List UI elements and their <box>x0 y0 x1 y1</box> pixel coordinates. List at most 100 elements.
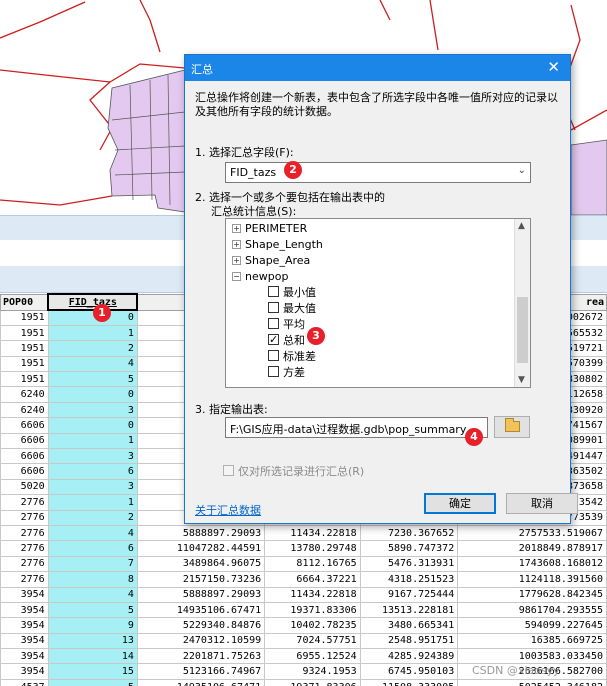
expand-icon[interactable]: + <box>232 256 241 265</box>
table-row[interactable]: 2776 4 5888897.29093 11434.22818 7230.367652… <box>0 524 607 542</box>
statistic-option[interactable]: 最小值 <box>268 285 316 301</box>
table-cell[interactable]: 1951 <box>0 371 49 388</box>
table-cell[interactable]: 6745.950103 <box>359 663 459 680</box>
tree-node[interactable]: + Shape_Area <box>232 253 310 269</box>
ok-button[interactable]: 确定 <box>424 493 496 514</box>
table-cell[interactable]: 1743608.168012 <box>457 555 607 573</box>
table-cell[interactable]: 6606 <box>0 417 49 434</box>
map-polygon[interactable] <box>107 69 186 213</box>
table-cell[interactable]: 2 <box>47 340 138 357</box>
collapse-icon[interactable]: − <box>232 272 241 281</box>
table-cell[interactable]: 3489864.96075 <box>136 555 266 573</box>
table-cell[interactable]: 13 <box>47 632 138 650</box>
table-cell[interactable]: 6664.37221 <box>264 571 361 588</box>
table-cell[interactable]: 3954 <box>0 632 49 650</box>
about-summarize-link[interactable]: 关于汇总数据 <box>195 502 261 518</box>
output-table-field[interactable]: F:\GIS应用-data\过程数据.gdb\pop_summary <box>225 417 488 438</box>
table-cell[interactable]: 15 <box>47 663 138 680</box>
table-row[interactable]: 3954 4 5888897.29093 11434.22818 9167.725444… <box>0 586 607 603</box>
selected-records-only[interactable]: 仅对所选记录进行汇总(R) <box>223 463 364 479</box>
table-cell[interactable]: 1 <box>47 324 138 342</box>
table-cell[interactable]: 5888897.29093 <box>136 524 266 542</box>
table-cell[interactable]: 3954 <box>0 663 49 680</box>
browse-button[interactable] <box>494 416 530 438</box>
chevron-down-icon[interactable]: ⌄ <box>518 165 526 176</box>
table-cell[interactable]: 11508.333005 <box>359 678 459 686</box>
table-cell[interactable]: 4 <box>47 355 138 373</box>
tree-node[interactable]: + PERIMETER <box>232 221 307 237</box>
checkbox-icon[interactable] <box>268 332 279 348</box>
summary-field-dropdown[interactable]: FID_tazs ⌄ <box>225 162 531 183</box>
table-cell[interactable]: 9861704.293555 <box>457 601 607 619</box>
dialog-titlebar[interactable]: 汇总 ✕ <box>185 55 570 81</box>
expand-icon[interactable]: + <box>232 224 241 233</box>
expand-icon[interactable]: + <box>232 240 241 249</box>
table-cell[interactable]: 1124118.391560 <box>457 571 607 588</box>
statistic-option[interactable]: 最大值 <box>268 301 316 317</box>
table-cell[interactable]: 11434.22818 <box>264 524 361 542</box>
table-row[interactable]: 2776 8 2157150.73236 6664.37221 4318.251523 1… <box>0 571 607 588</box>
statistic-option[interactable]: 标准差 <box>268 349 316 365</box>
table-cell[interactable]: 5020 <box>0 478 49 496</box>
scroll-up-icon[interactable]: ▲ <box>518 221 525 231</box>
map-polygon[interactable] <box>570 139 607 215</box>
table-cell[interactable]: 1 <box>47 432 138 450</box>
table-cell[interactable]: 3 <box>47 401 138 419</box>
table-cell[interactable]: 2157150.73236 <box>136 571 266 588</box>
table-cell[interactable]: 3954 <box>0 601 49 619</box>
table-cell[interactable]: 9167.725444 <box>359 586 459 603</box>
tree-node[interactable]: + Shape_Length <box>232 237 323 253</box>
table-cell[interactable]: 6 <box>47 540 138 557</box>
table-cell[interactable]: 2776 <box>0 540 49 557</box>
statistic-option[interactable]: 方差 <box>268 365 305 381</box>
table-cell[interactable]: 4537 <box>0 678 49 686</box>
table-cell[interactable]: 2776 <box>0 555 49 573</box>
scroll-thumb[interactable] <box>517 297 528 363</box>
table-cell[interactable]: 2470312.10599 <box>136 632 266 650</box>
checkbox-icon[interactable] <box>268 302 279 313</box>
table-cell[interactable]: 2776 <box>0 524 49 542</box>
table-cell[interactable]: 3954 <box>0 617 49 634</box>
table-cell[interactable]: 3480.665341 <box>359 617 459 634</box>
table-cell[interactable]: 3954 <box>0 586 49 603</box>
table-cell[interactable]: 2757533.519067 <box>457 524 607 542</box>
table-row[interactable]: 2776 7 3489864.96075 8112.16765 5476.313931 1… <box>0 555 607 573</box>
table-cell[interactable]: 5 <box>47 601 138 619</box>
table-cell[interactable]: 7 <box>47 555 138 573</box>
table-row[interactable]: 3954 9 5229340.84876 10402.78235 3480.665341… <box>0 617 607 634</box>
table-cell[interactable]: 1 <box>47 494 138 511</box>
close-icon[interactable]: ✕ <box>547 58 560 76</box>
statistic-option[interactable]: 总和 <box>268 332 305 349</box>
column-header[interactable]: POP00 <box>0 293 49 311</box>
table-cell[interactable]: 2201871.75263 <box>136 648 266 665</box>
table-cell[interactable]: 3 <box>47 478 138 496</box>
table-cell[interactable]: 4 <box>47 586 138 603</box>
table-cell[interactable]: 6606 <box>0 448 49 465</box>
table-cell[interactable]: 5123166.74967 <box>136 663 266 680</box>
table-cell[interactable]: 3 <box>47 448 138 465</box>
scroll-down-icon[interactable]: ▼ <box>518 375 525 385</box>
table-cell[interactable]: 4 <box>47 524 138 542</box>
statistic-option[interactable]: 平均 <box>268 317 305 333</box>
table-cell[interactable]: 1951 <box>0 324 49 342</box>
table-cell[interactable]: 6606 <box>0 432 49 450</box>
checkbox-icon[interactable] <box>268 350 279 361</box>
table-row[interactable]: 3954 13 2470312.10599 7024.57751 2548.951751… <box>0 632 607 650</box>
table-cell[interactable]: 11434.22818 <box>264 586 361 603</box>
table-cell[interactable]: 6 <box>47 463 138 480</box>
table-row[interactable]: 3954 14 2201871.75263 6955.12524 4285.924389… <box>0 648 607 665</box>
table-cell[interactable]: 7024.57751 <box>264 632 361 650</box>
table-cell[interactable]: 5890.747372 <box>359 540 459 557</box>
table-cell[interactable]: 6606 <box>0 463 49 480</box>
table-cell[interactable]: 5888897.29093 <box>136 586 266 603</box>
table-cell[interactable]: 5025452.346182 <box>457 678 607 686</box>
table-cell[interactable]: 4318.251523 <box>359 571 459 588</box>
table-cell[interactable]: 13780.29748 <box>264 540 361 557</box>
table-cell[interactable]: 2018849.878917 <box>457 540 607 557</box>
table-cell[interactable]: 6955.12524 <box>264 648 361 665</box>
table-row[interactable]: 2776 6 11047282.44591 13780.29748 5890.74737… <box>0 540 607 557</box>
table-cell[interactable]: 1951 <box>0 309 49 326</box>
table-cell[interactable]: 2776 <box>0 494 49 511</box>
table-cell[interactable]: 9324.1953 <box>264 663 361 680</box>
checkbox-icon[interactable] <box>268 318 279 329</box>
